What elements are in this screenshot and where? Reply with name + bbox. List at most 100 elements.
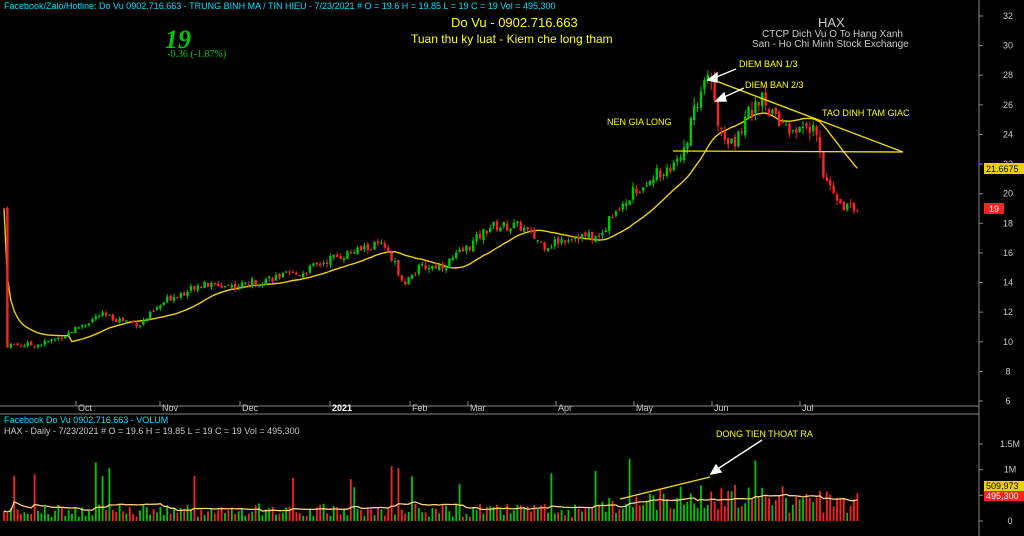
volume-bar xyxy=(176,512,179,521)
candle-body xyxy=(597,235,601,237)
price-tick-label: 18 xyxy=(1003,218,1013,228)
volume-bar xyxy=(101,475,104,521)
candle-body xyxy=(856,210,859,212)
candle-body xyxy=(91,319,94,323)
candle-body xyxy=(155,307,159,310)
volume-bar xyxy=(271,506,274,521)
candle-body xyxy=(417,264,420,274)
volume-bar xyxy=(757,497,760,521)
candle-body xyxy=(142,320,145,325)
volume-tick-label: 0 xyxy=(1007,516,1012,526)
volume-bar xyxy=(547,512,549,521)
candle-body xyxy=(492,221,495,227)
volume-bar xyxy=(302,515,305,521)
candle-body xyxy=(485,230,488,234)
candle-body xyxy=(601,232,604,236)
volume-bar xyxy=(448,511,451,521)
candle-body xyxy=(189,286,193,291)
candle-body xyxy=(152,310,155,312)
volume-bar xyxy=(387,508,390,521)
candle-body xyxy=(693,105,696,121)
candle-body xyxy=(149,311,152,320)
candle-body xyxy=(217,283,220,287)
candle-body xyxy=(458,249,461,252)
volume-bar xyxy=(594,470,597,521)
volume-bar xyxy=(761,487,764,521)
volume-bar xyxy=(717,509,719,521)
volume-bar xyxy=(570,516,573,521)
volume-bar xyxy=(798,499,801,521)
candle-body xyxy=(373,242,376,250)
candle-body xyxy=(264,279,267,286)
candle-body xyxy=(2,208,6,210)
annotation-long-candle: NEN GIA LONG xyxy=(607,117,672,127)
candle-body xyxy=(179,292,182,298)
volume-bar xyxy=(292,477,294,521)
candle-body xyxy=(244,283,247,285)
candle-body xyxy=(618,209,621,211)
candle-body xyxy=(506,223,509,231)
candle-body xyxy=(594,236,597,242)
candle-body xyxy=(431,265,434,269)
candle-body xyxy=(526,227,529,230)
candle-body xyxy=(784,124,788,126)
volume-bar xyxy=(363,515,366,521)
volume-bar xyxy=(683,504,685,521)
price-tick-label: 20 xyxy=(1003,189,1013,199)
candle-body xyxy=(465,245,468,251)
volume-bar xyxy=(455,504,458,521)
candle-body xyxy=(696,107,699,109)
candle-body xyxy=(193,286,196,290)
candle-body xyxy=(346,251,349,259)
time-tick-label: Mar xyxy=(470,403,486,413)
volume-bar xyxy=(734,484,736,521)
volume-tick-label: 1.5M xyxy=(1000,439,1020,449)
candle-body xyxy=(533,229,536,239)
candle-body xyxy=(659,170,662,178)
volume-bar xyxy=(608,497,611,521)
price-tick-label: 26 xyxy=(1003,100,1013,110)
volume-bar xyxy=(230,507,233,521)
candle-body xyxy=(757,102,760,106)
candle-body xyxy=(162,302,165,306)
candle-body xyxy=(795,129,798,133)
volume-bar xyxy=(43,506,46,521)
candle-body xyxy=(108,314,111,316)
candle-body xyxy=(121,317,125,321)
volume-bar xyxy=(71,513,73,521)
candle-body xyxy=(720,127,723,129)
price-tick-label: 10 xyxy=(1003,337,1013,347)
candle-body xyxy=(818,136,822,152)
volume-bar xyxy=(768,498,770,521)
price-ma-label: 21.6675 xyxy=(986,164,1019,174)
volume-bar xyxy=(305,515,308,521)
volume-bar xyxy=(74,508,77,521)
volume-bar xyxy=(781,486,784,521)
candle-body xyxy=(132,320,135,323)
volume-info-line-1: Facebook Do Vu 0902.716.663 - VOLUM xyxy=(4,415,168,425)
candle-body xyxy=(580,233,584,239)
volume-bar xyxy=(319,504,322,521)
candle-body xyxy=(33,346,36,348)
candle-body xyxy=(495,221,499,230)
candle-body xyxy=(138,325,142,327)
volume-bar xyxy=(139,510,141,521)
volume-bar xyxy=(33,474,36,521)
volume-bar xyxy=(502,514,505,521)
price-tick-label: 16 xyxy=(1003,248,1013,258)
volume-bar xyxy=(37,510,39,521)
candle-body xyxy=(159,305,162,309)
candle-body xyxy=(635,188,638,194)
volume-bar xyxy=(159,506,162,521)
candle-body xyxy=(672,162,675,171)
candle-body xyxy=(699,91,703,108)
candle-body xyxy=(322,262,325,264)
volume-bar xyxy=(652,495,655,521)
volume-bar xyxy=(635,496,638,521)
candle-body xyxy=(638,191,641,193)
candle-body xyxy=(227,285,230,287)
chart-background xyxy=(0,0,1024,536)
volume-bar xyxy=(16,509,19,521)
volume-bar xyxy=(105,510,107,521)
candle-body xyxy=(825,177,828,182)
